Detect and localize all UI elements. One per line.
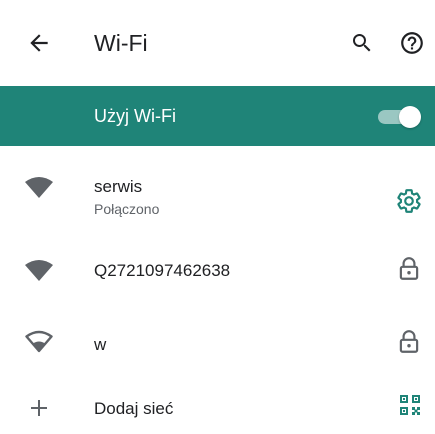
- toggle-thumb: [399, 106, 421, 128]
- qr-code-icon[interactable]: [399, 394, 421, 416]
- app-bar: Wi-Fi: [0, 0, 435, 86]
- network-item-serwis[interactable]: serwis Połączono: [0, 146, 435, 224]
- wifi-filled-icon: [25, 260, 53, 281]
- lock-icon: [399, 257, 419, 280]
- arrow-back-icon[interactable]: [26, 30, 52, 56]
- network-status: Połączono: [94, 201, 160, 217]
- network-name: Q2721097462638: [94, 261, 231, 280]
- network-item-w[interactable]: w: [0, 308, 435, 370]
- add-network-item[interactable]: Dodaj sieć: [0, 378, 435, 434]
- network-item-q2721097462638[interactable]: Q2721097462638: [0, 238, 435, 300]
- wifi-outline-icon: [25, 330, 53, 353]
- plus-icon: [31, 400, 47, 416]
- wifi-filled-icon: [25, 177, 53, 198]
- network-name: w: [94, 335, 107, 354]
- use-wifi-toggle[interactable]: [372, 106, 424, 128]
- search-icon[interactable]: [350, 31, 374, 55]
- lock-icon: [399, 330, 419, 353]
- page-title: Wi-Fi: [94, 30, 148, 56]
- help-circle-icon[interactable]: [399, 30, 425, 56]
- add-network-label: Dodaj sieć: [94, 399, 174, 418]
- use-wifi-switch-bar[interactable]: Użyj Wi-Fi: [0, 86, 435, 146]
- use-wifi-label: Użyj Wi-Fi: [94, 106, 176, 126]
- settings-gear-icon[interactable]: [396, 188, 422, 214]
- network-name: serwis: [94, 177, 143, 196]
